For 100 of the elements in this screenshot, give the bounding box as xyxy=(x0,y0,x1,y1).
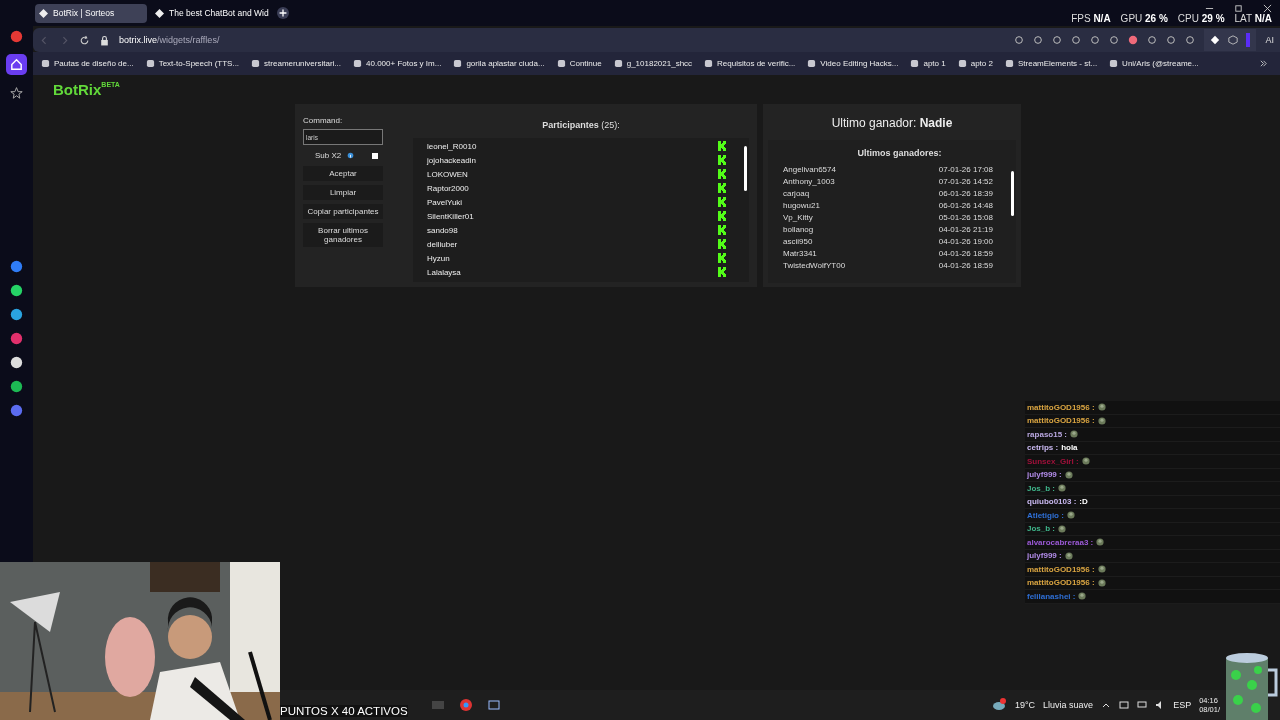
k-icon xyxy=(717,267,727,277)
bookmark[interactable]: Continue xyxy=(556,59,602,68)
diamond-icon xyxy=(39,8,48,18)
bookmark-icon xyxy=(453,59,463,68)
participant-name: sando98 xyxy=(427,225,458,235)
chat-username: felilanashei : xyxy=(1027,591,1076,601)
close-icon[interactable] xyxy=(1263,4,1272,13)
chat-message: hola xyxy=(1061,443,1078,453)
bookmark[interactable]: apto 1 xyxy=(910,59,946,68)
participant-name: Lalalaysa xyxy=(427,267,461,277)
home-icon[interactable] xyxy=(6,54,27,75)
lock-icon xyxy=(99,34,110,46)
browser-tab[interactable]: The best ChatBot and Wid xyxy=(151,3,273,23)
participant-name: SilentKiller01 xyxy=(427,211,474,221)
k-icon xyxy=(717,239,727,249)
bookmark-icon xyxy=(957,59,967,68)
emote-icon xyxy=(1070,430,1079,439)
language-indicator[interactable]: ESP xyxy=(1173,700,1192,710)
bookmark-icon xyxy=(556,59,566,68)
weather-icon xyxy=(990,697,1007,713)
participant-name: leonel_R0010 xyxy=(427,141,477,151)
browser-icon[interactable] xyxy=(458,697,474,713)
winner-name: ascii950 xyxy=(783,236,813,246)
ai-button[interactable]: AI xyxy=(1265,35,1274,45)
participant-name: LOKOWEN xyxy=(427,169,468,179)
bookmark[interactable]: Text-to-Speech (TTS... xyxy=(145,59,240,68)
winner-date: 04-01-26 18:59 xyxy=(938,260,993,270)
emote-icon xyxy=(1096,538,1105,547)
action-button[interactable]: Aceptar xyxy=(303,166,383,181)
winner-name: TwistedWolfYT00 xyxy=(783,260,846,270)
winner-name: bollanog xyxy=(783,224,814,234)
winner-name: hugowu21 xyxy=(783,200,820,210)
more-bookmarks-icon[interactable] xyxy=(1259,59,1268,68)
action-button[interactable]: Copiar participantes xyxy=(303,204,383,219)
chat-username: Sunsex_Girl : xyxy=(1027,456,1079,466)
reload-icon[interactable] xyxy=(79,34,90,46)
chat-username: rapaso15 : xyxy=(1027,429,1068,439)
diamond-icon xyxy=(155,8,164,18)
network-icon[interactable] xyxy=(1137,700,1148,710)
address-field[interactable]: botrix.live/widgets/raffles/ xyxy=(119,35,220,45)
browser-logo-icon[interactable] xyxy=(10,30,23,43)
bookmark[interactable]: apto 2 xyxy=(957,59,993,68)
bookmark-icon xyxy=(41,59,50,68)
performance-stat: FPS N/A xyxy=(1071,12,1111,24)
emote-icon xyxy=(1064,551,1073,560)
info-icon[interactable] xyxy=(347,152,355,159)
participant-name: jojohackeadin xyxy=(427,155,476,165)
chat-username: mattitoGOD1956 : xyxy=(1027,402,1095,412)
chat-message: :D xyxy=(1079,497,1088,507)
last-winner-text: Ultimo ganador: Nadie xyxy=(830,116,954,130)
points-banner: PUNTOS X 40 ACTIVOS xyxy=(280,705,408,717)
action-button[interactable]: Limpiar xyxy=(303,185,383,200)
bookmark[interactable]: Requisitos de verific... xyxy=(704,59,796,68)
star-icon[interactable] xyxy=(10,86,23,99)
new-tab-icon[interactable] xyxy=(276,7,289,19)
bookmark-icon xyxy=(145,59,155,68)
bookmark-icon xyxy=(1004,59,1014,68)
maximize-icon[interactable] xyxy=(1234,4,1243,13)
bookmark[interactable]: streameruniversitari... xyxy=(251,59,341,68)
browser-tab[interactable]: BotRix | Sorteos xyxy=(35,3,147,23)
bookmark-icon xyxy=(1109,59,1119,68)
chat-username: julyf999 : xyxy=(1027,551,1062,561)
window-icon[interactable] xyxy=(486,697,502,713)
bookmark[interactable]: Video Editing Hacks... xyxy=(807,59,899,68)
extension-icon[interactable] xyxy=(1210,35,1221,45)
bookmark[interactable]: 40.000+ Fotos y Im... xyxy=(353,59,442,68)
indicator-bar xyxy=(1246,33,1251,47)
cube-icon[interactable] xyxy=(1228,35,1239,45)
performance-stat: CPU 29 % xyxy=(1177,12,1225,24)
chat-username: cetrips : xyxy=(1027,443,1059,453)
participant-name: Raptor2000 xyxy=(427,183,469,193)
winner-date: 07-01-26 14:52 xyxy=(938,176,993,186)
chat-username: Jos_b : xyxy=(1027,524,1055,534)
botrix-logo[interactable]: BotRix xyxy=(53,81,102,98)
bookmark[interactable]: g_10182021_shcc xyxy=(613,59,693,68)
checkbox[interactable] xyxy=(372,152,379,159)
winner-date: 04-01-26 18:59 xyxy=(938,248,993,258)
chat-username: Atletigio : xyxy=(1027,510,1064,520)
bookmark[interactable]: StreamElements - st... xyxy=(1004,59,1098,68)
k-icon xyxy=(717,211,727,221)
bookmark-icon xyxy=(353,59,362,68)
winner-date: 05-01-26 15:08 xyxy=(938,212,993,222)
tray-icon[interactable] xyxy=(1119,700,1130,710)
chat-username: mattitoGOD1956 : xyxy=(1027,578,1095,588)
chat-username: alvarocabreraa3 : xyxy=(1027,537,1094,547)
performance-stat: GPU 26 % xyxy=(1120,12,1168,24)
k-icon xyxy=(717,141,727,151)
command-label: Command: xyxy=(303,116,344,125)
emote-icon xyxy=(1078,592,1087,601)
action-button[interactable]: Borrar ultimos ganadores xyxy=(303,223,383,247)
bookmark[interactable]: gorila aplastar ciuda... xyxy=(453,59,545,68)
bookmark-icon xyxy=(807,59,817,68)
winner-date: 06-01-26 14:48 xyxy=(938,200,993,210)
winner-name: carjoaq xyxy=(783,188,810,198)
participant-name: Hyzun xyxy=(427,253,450,263)
sub-label: Sub X2 xyxy=(315,151,342,160)
bookmark[interactable]: Pautas de diseño de... xyxy=(41,59,134,68)
bookmark-icon xyxy=(910,59,920,68)
bookmark[interactable]: Uni/Aris (@streame... xyxy=(1109,59,1199,68)
winner-name: Angelivan6574 xyxy=(783,164,836,174)
